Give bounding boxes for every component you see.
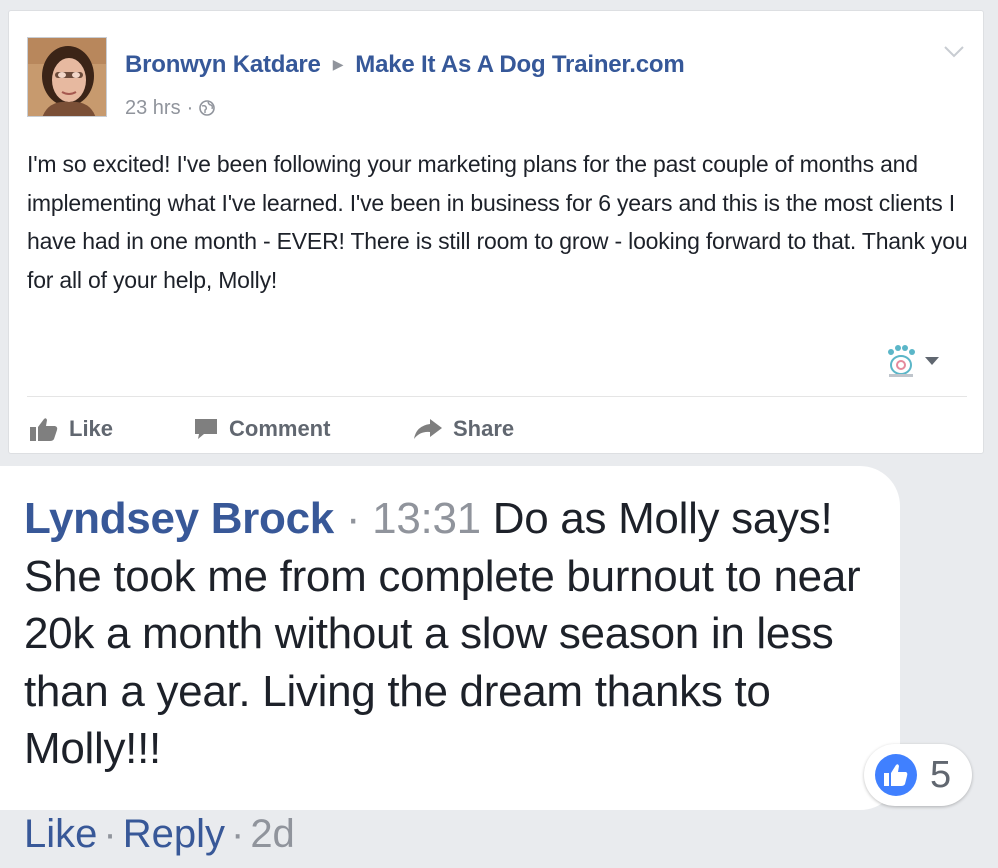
comment-action-separator: · bbox=[230, 812, 245, 856]
action-divider bbox=[27, 396, 967, 397]
like-button[interactable]: Like bbox=[29, 409, 113, 449]
share-arrow-icon bbox=[414, 419, 442, 439]
comment-like-link[interactable]: Like bbox=[24, 812, 97, 856]
share-label: Share bbox=[453, 416, 515, 441]
chevron-down-icon[interactable] bbox=[943, 45, 965, 59]
comment-timestamp[interactable]: 13:31 bbox=[372, 494, 481, 543]
reaction-picker[interactable] bbox=[883, 343, 947, 379]
comment-reply-link[interactable]: Reply bbox=[123, 812, 225, 856]
post-text: I'm so excited! I've been following your… bbox=[27, 151, 968, 293]
comment-like-count[interactable]: 5 bbox=[864, 744, 972, 806]
like-reaction-icon bbox=[875, 754, 917, 796]
thumbs-up-icon bbox=[30, 418, 58, 441]
comment-body: Lyndsey Brock · 13:31 Do as Molly says! … bbox=[24, 490, 884, 778]
page: Bronwyn Katdare ▶ Make It As A Dog Trainer… bbox=[0, 0, 998, 868]
comment-bubble: Lyndsey Brock · 13:31 Do as Molly says! … bbox=[0, 466, 900, 810]
post-header: Bronwyn Katdare ▶ Make It As A Dog Trainer… bbox=[25, 35, 965, 119]
caret-down-icon bbox=[925, 357, 939, 365]
share-button[interactable]: Share bbox=[413, 409, 514, 449]
comment-label: Comment bbox=[229, 416, 331, 441]
comment-action-separator: · bbox=[103, 812, 117, 856]
speech-bubble-icon bbox=[195, 419, 217, 439]
like-label: Like bbox=[69, 416, 114, 441]
paw-icon bbox=[888, 345, 939, 377]
post-target-page[interactable]: Make It As A Dog Trainer.com bbox=[355, 51, 684, 78]
triangle-right-icon: ▶ bbox=[332, 56, 344, 72]
comment-button[interactable]: Comment bbox=[193, 409, 330, 449]
post-action-bar: Like Comment Share bbox=[27, 409, 967, 449]
meta-separator: · bbox=[186, 97, 194, 119]
post-author-name[interactable]: Bronwyn Katdare bbox=[125, 51, 321, 78]
comment-separator: · bbox=[345, 494, 361, 543]
comment-actions: Like · Reply · 2d bbox=[24, 812, 295, 857]
comment-author-name[interactable]: Lyndsey Brock bbox=[24, 494, 334, 543]
avatar[interactable] bbox=[27, 37, 107, 117]
post-timestamp[interactable]: 23 hrs bbox=[125, 97, 181, 119]
like-count-number: 5 bbox=[930, 753, 952, 796]
globe-icon[interactable] bbox=[199, 100, 216, 116]
avatar-image bbox=[28, 38, 106, 116]
comment-age[interactable]: 2d bbox=[250, 812, 295, 856]
post-meta: 23 hrs · bbox=[125, 97, 216, 120]
post-author-line: Bronwyn Katdare ▶ Make It As A Dog Trainer… bbox=[125, 51, 685, 79]
post-card: Bronwyn Katdare ▶ Make It As A Dog Trainer… bbox=[8, 10, 984, 454]
